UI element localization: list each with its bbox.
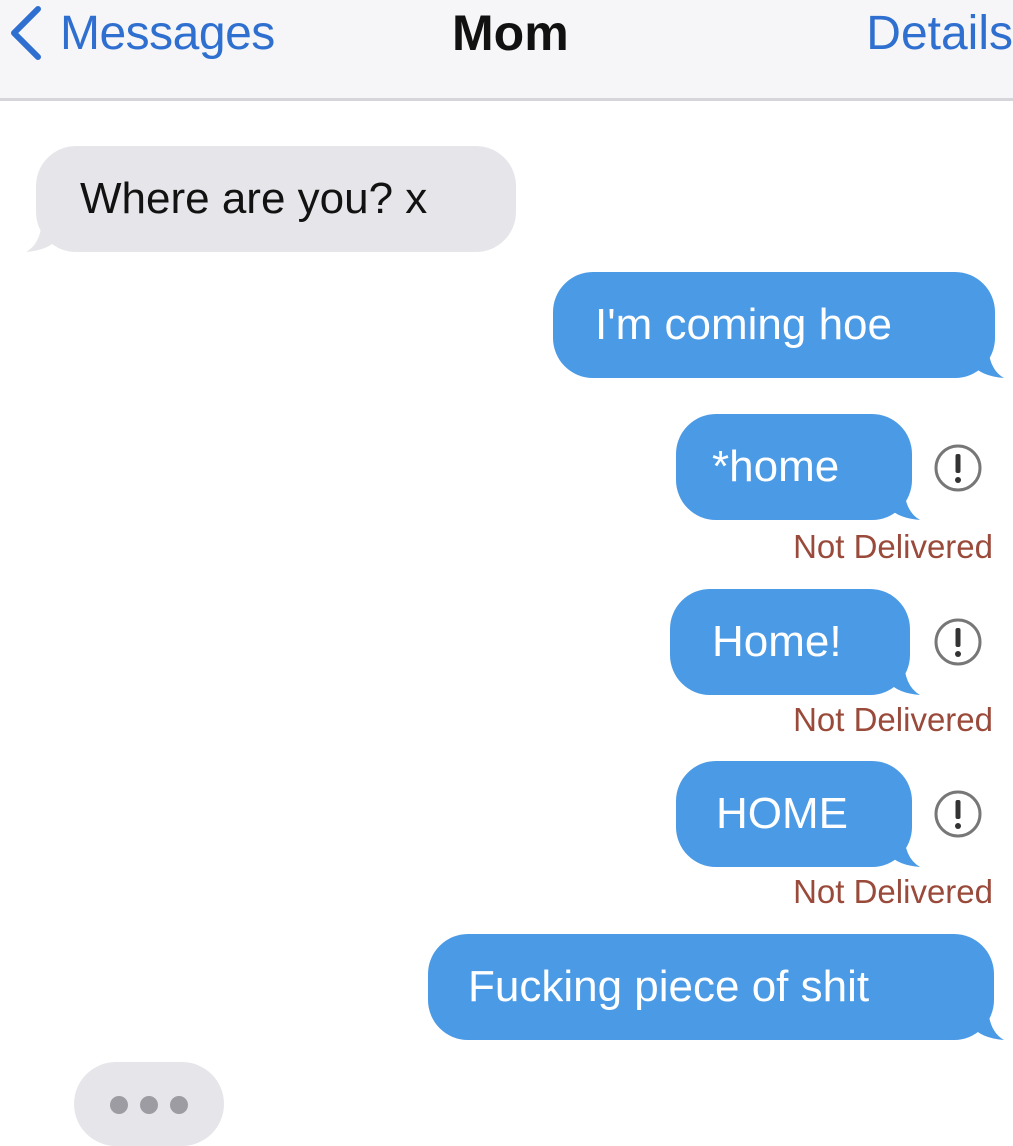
details-button[interactable]: Details	[866, 2, 1013, 64]
typing-indicator	[74, 1062, 224, 1146]
exclamation-circle-icon[interactable]	[932, 616, 984, 668]
typing-dot	[110, 1096, 128, 1114]
chevron-left-icon	[11, 6, 41, 60]
message-text: Where are you? x	[80, 174, 428, 223]
message-text: I'm coming hoe	[595, 300, 892, 349]
message-bubble-outgoing[interactable]: *home	[676, 414, 912, 520]
message-bubble-outgoing[interactable]: Fucking piece of shit	[428, 934, 994, 1040]
message-text: Home!	[712, 617, 842, 666]
delivery-status: Not Delivered	[793, 873, 993, 910]
message-bubble-outgoing[interactable]: HOME	[676, 761, 912, 867]
message-text: HOME	[716, 789, 848, 838]
delivery-status: Not Delivered	[793, 701, 993, 738]
message-text: Fucking piece of shit	[468, 962, 870, 1011]
message-bubble-outgoing[interactable]: I'm coming hoe	[553, 272, 995, 378]
exclamation-circle-icon[interactable]	[932, 788, 984, 840]
back-button[interactable]: Messages	[8, 2, 275, 64]
message-text: *home	[712, 442, 840, 491]
conversation-title: Mom	[452, 5, 569, 61]
exclamation-circle-icon[interactable]	[932, 442, 984, 494]
delivery-status: Not Delivered	[793, 528, 993, 565]
typing-dot	[140, 1096, 158, 1114]
navigation-bar: Messages Mom Details	[0, 0, 1013, 101]
message-bubble-incoming[interactable]: Where are you? x	[36, 146, 516, 252]
message-bubble-outgoing[interactable]: Home!	[670, 589, 910, 695]
typing-dot	[170, 1096, 188, 1114]
back-label: Messages	[60, 6, 275, 60]
